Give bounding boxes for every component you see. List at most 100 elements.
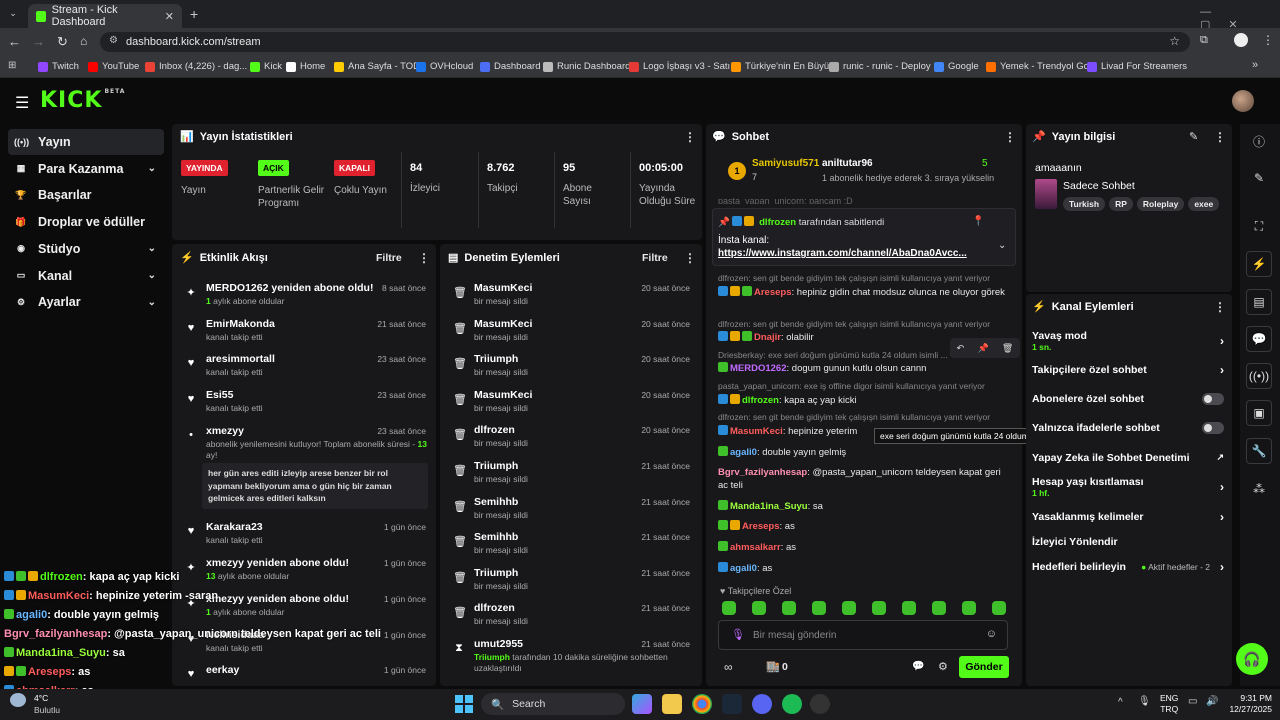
- pencil-icon[interactable]: ✎: [1246, 165, 1272, 191]
- moderation-user[interactable]: dlfrozen: [474, 424, 515, 436]
- moderation-user[interactable]: MasumKeci: [474, 389, 532, 401]
- delete-icon[interactable]: 🗑: [1002, 343, 1013, 354]
- reply-icon[interactable]: ↶: [957, 343, 965, 354]
- pin-message-icon[interactable]: 📌: [977, 343, 988, 354]
- top-gifter-name[interactable]: Samiyusuf571: [752, 158, 819, 169]
- bookmark-item[interactable]: Dashboard: [480, 58, 540, 75]
- category-name[interactable]: Sadece Sohbet: [1063, 180, 1135, 192]
- chat-username[interactable]: Manda1ina_Suyu: [730, 501, 808, 512]
- broadcast-icon[interactable]: ((•)): [1246, 363, 1272, 389]
- points-icon[interactable]: ∞: [724, 660, 733, 674]
- gift-target-name[interactable]: aniltutar96: [822, 158, 873, 169]
- sidebar-item-kanal[interactable]: ▭ Kanal ⌄: [8, 263, 164, 289]
- moderation-user[interactable]: MasumKeci: [474, 318, 532, 330]
- sidebar-item-başarılar[interactable]: 🏆 Başarılar: [8, 182, 164, 208]
- event-filter-button[interactable]: Filtre: [376, 252, 402, 264]
- emote-icon[interactable]: [812, 601, 826, 615]
- bookmark-item[interactable]: Home: [286, 58, 325, 75]
- bookmark-item[interactable]: Yemek - Trendyol Go: [986, 58, 1089, 75]
- quick-action-icon[interactable]: ⚡: [1246, 251, 1272, 277]
- chat-username[interactable]: Areseps: [742, 521, 780, 532]
- volume-icon[interactable]: 🔊: [1206, 696, 1218, 707]
- integrations-icon[interactable]: ⁂: [1246, 476, 1272, 502]
- moderation-user[interactable]: Triiumph: [474, 353, 518, 365]
- more-bookmarks-icon[interactable]: »: [1252, 59, 1258, 71]
- stream-tag[interactable]: RP: [1109, 197, 1133, 211]
- chat-username[interactable]: ahmsalkarr: [730, 542, 781, 553]
- site-info-icon[interactable]: ⚙: [109, 35, 118, 46]
- banned-words-row[interactable]: Yasaklanmış kelimeler ›: [1026, 510, 1232, 529]
- chat-username[interactable]: Areseps: [754, 287, 792, 298]
- chat-input[interactable]: 🎙 Bir mesaj gönderin ☺: [718, 620, 1008, 650]
- bookmark-item[interactable]: Ana Sayfa - TOD: [334, 58, 420, 75]
- obs-icon[interactable]: [810, 694, 830, 714]
- channel-actions-menu-icon[interactable]: ⋮: [1214, 300, 1226, 314]
- followers-chat-row[interactable]: Takipçilere özel sohbet ›: [1026, 363, 1232, 382]
- user-avatar[interactable]: [1232, 90, 1254, 112]
- chat-users-icon[interactable]: 💬: [912, 661, 924, 672]
- tab-list-icon[interactable]: ⌄: [6, 6, 20, 20]
- moderation-user[interactable]: Triiumph: [474, 460, 518, 472]
- bookmark-star-icon[interactable]: ☆: [1169, 34, 1180, 48]
- chat-menu-icon[interactable]: ⋮: [1004, 130, 1016, 144]
- pinned-link[interactable]: https://www.instagram.com/channel/AbaDna…: [718, 248, 967, 259]
- extensions-icon[interactable]: ⧉: [1200, 34, 1208, 47]
- chat-username[interactable]: dlfrozen: [742, 395, 779, 406]
- back-icon[interactable]: ←: [8, 34, 21, 49]
- store-icon[interactable]: 🏬: [766, 660, 780, 673]
- bookmark-item[interactable]: YouTube: [88, 58, 139, 75]
- emote-icon[interactable]: [962, 601, 976, 615]
- network-icon[interactable]: ▭: [1188, 696, 1197, 707]
- bookmark-item[interactable]: Logo İşbaşı v3 - Satı...: [629, 58, 738, 75]
- sidebar-item-para-kazanma[interactable]: ▦ Para Kazanma ⌄: [8, 156, 164, 182]
- bookmark-item[interactable]: Google: [934, 58, 979, 75]
- sidebar-item-ayarlar[interactable]: ⚙ Ayarlar ⌄: [8, 289, 164, 315]
- pinned-by-user[interactable]: dlfrozen: [759, 217, 796, 228]
- microphone-tray-icon[interactable]: 🎙: [1138, 696, 1151, 707]
- chat-username[interactable]: MERDO1262: [730, 363, 787, 374]
- moderation-user[interactable]: Semihhb: [474, 531, 518, 543]
- kick-logo[interactable]: KICK BETA: [40, 88, 125, 113]
- emote-icon[interactable]: [842, 601, 856, 615]
- emote-icon[interactable]: [752, 601, 766, 615]
- chat-username[interactable]: Dnajir: [754, 332, 781, 343]
- moderation-user[interactable]: dlfrozen: [474, 602, 515, 614]
- close-tab-icon[interactable]: ✕: [165, 10, 174, 23]
- bookmark-item[interactable]: runic - runic - Deploy: [829, 58, 931, 75]
- apps-grid-icon[interactable]: ⊞: [8, 60, 16, 71]
- sidebar-item-droplar-ve-ödüller[interactable]: 🎁 Droplar ve ödüller: [8, 209, 164, 235]
- info-icon[interactable]: ⓘ: [1246, 128, 1272, 154]
- file-explorer-icon[interactable]: [662, 694, 682, 714]
- video-icon[interactable]: ▣: [1246, 400, 1272, 426]
- clock[interactable]: 9:31 PM 12/27/2025: [1222, 693, 1272, 715]
- emote-icon[interactable]: [872, 601, 886, 615]
- steam-icon[interactable]: [722, 694, 742, 714]
- bookmark-item[interactable]: OVHcloud: [416, 58, 473, 75]
- chat-username[interactable]: Bgrv_fazilyanhesap: [718, 467, 807, 478]
- tray-chevron-icon[interactable]: ^: [1118, 697, 1123, 708]
- stream-tag[interactable]: exee: [1188, 197, 1220, 211]
- unpin-icon[interactable]: 📍: [972, 216, 984, 227]
- expand-pinned-icon[interactable]: ⌄: [998, 240, 1006, 251]
- stream-tag[interactable]: Turkish: [1063, 197, 1106, 211]
- discord-icon[interactable]: [752, 694, 772, 714]
- chat-username[interactable]: MasumKeci: [730, 426, 783, 437]
- url-bar[interactable]: ⚙ dashboard.kick.com/stream ☆: [100, 32, 1190, 52]
- bookmark-item[interactable]: Twitch: [38, 58, 79, 75]
- edit-icon[interactable]: ✎: [1189, 130, 1198, 143]
- browser-tab[interactable]: Stream - Kick Dashboard ✕: [28, 4, 182, 28]
- language-indicator[interactable]: ENG TRQ: [1160, 693, 1178, 715]
- emote-icon[interactable]: [902, 601, 916, 615]
- ai-mod-row[interactable]: Yapay Zeka ile Sohbet Denetimi ↗: [1026, 452, 1232, 470]
- home-icon[interactable]: ⌂: [80, 34, 87, 48]
- support-headset-icon[interactable]: 🎧: [1236, 643, 1268, 675]
- emote-icon[interactable]: [992, 601, 1006, 615]
- stats-menu-icon[interactable]: ⋮: [684, 130, 696, 144]
- chat-username[interactable]: agali0: [730, 447, 757, 458]
- send-button[interactable]: Gönder: [959, 656, 1009, 678]
- bookmark-item[interactable]: Inbox (4,226) - dag...: [145, 58, 247, 75]
- hamburger-menu-icon[interactable]: ☰: [15, 93, 29, 113]
- moderation-menu-icon[interactable]: ⋮: [684, 251, 696, 265]
- stream-info-menu-icon[interactable]: ⋮: [1214, 130, 1226, 144]
- sidebar-item-stüdyo[interactable]: ◉ Stüdyo ⌄: [8, 236, 164, 262]
